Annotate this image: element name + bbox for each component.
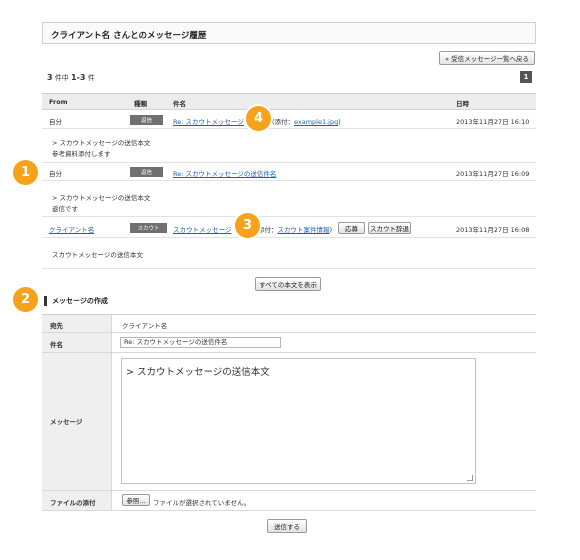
browse-file-label: 参照...: [126, 497, 146, 505]
row-from: 自分: [49, 170, 62, 178]
message-history-table: From 種類 件名 日時 自分 返信 Re: スカウトメッセージ (添付：ex…: [42, 93, 536, 269]
row-date: 2013年11月27日 16:08: [456, 226, 530, 234]
to-label: 宛先: [50, 322, 63, 330]
result-total-suffix: 件中: [52, 74, 72, 82]
message-body: スカウトメッセージの送信本文: [42, 239, 536, 269]
decline-scout-label: スカウト辞退: [370, 225, 409, 233]
header-type: 種類: [134, 100, 147, 108]
submit-button[interactable]: 送信する: [267, 519, 307, 533]
message-label: メッセージ: [50, 418, 83, 426]
attach-prefix: (添付：: [271, 118, 294, 126]
row-date: 2013年11月27日 16:10: [456, 118, 530, 126]
message-textarea[interactable]: > スカウトメッセージの送信本文: [121, 358, 476, 484]
row-subject-link[interactable]: Re: スカウトメッセージ: [173, 118, 244, 126]
result-range: 1-3: [71, 73, 86, 82]
to-value: クライアント名: [122, 322, 168, 330]
message-body: > スカウトメッセージの送信本文 返信です: [42, 182, 536, 217]
back-to-inbox-label: « 受信メッセージ一覧へ戻る: [445, 55, 529, 63]
result-range-suffix: 件: [85, 74, 95, 82]
type-tag: 返信: [130, 167, 163, 177]
callout-badge-3: 3: [235, 213, 260, 238]
form-row-attach: ファイルの添付 参照... ファイルが選択されていません。: [42, 491, 536, 511]
back-to-inbox-button[interactable]: « 受信メッセージ一覧へ戻る: [439, 51, 535, 65]
header-from: From: [49, 98, 68, 106]
to-label-cell: 宛先: [42, 315, 112, 332]
result-count: 3 件中 1-3 件: [47, 73, 95, 83]
type-tag: 返信: [130, 115, 163, 125]
row-from: 自分: [49, 118, 62, 126]
no-file-text: ファイルが選択されていません。: [153, 499, 251, 507]
message-body-text: 返信です: [52, 205, 78, 213]
callout-badge-1: 1: [13, 160, 38, 185]
header-subject: 件名: [173, 100, 186, 108]
show-all-bodies-label: すべての本文を表示: [259, 281, 317, 289]
table-row: 自分 返信 Re: スカウトメッセージ (添付：example1.jpg) 20…: [42, 112, 536, 129]
attachment-link[interactable]: スカウト案件情報: [278, 226, 330, 234]
attach-label: ファイルの添付: [50, 499, 96, 507]
header-date: 日時: [456, 100, 469, 108]
form-row-subject: 件名 Re: スカウトメッセージの送信件名: [42, 333, 536, 353]
compose-form: 宛先 クライアント名 件名 Re: スカウトメッセージの送信件名 メッセージ >…: [42, 314, 536, 511]
page-title: クライアント名 さんとのメッセージ履歴: [51, 31, 207, 41]
browse-file-button[interactable]: 参照...: [122, 494, 150, 506]
attach-suffix: ): [338, 118, 341, 126]
table-row: クライアント名 スカウト スカウトメッセージ (添付：スカウト案件情報) 応募 …: [42, 220, 536, 238]
decline-scout-button[interactable]: スカウト辞退: [368, 222, 411, 234]
callout-badge-4: 4: [246, 106, 271, 131]
message-body-text: 参考資料添付します: [52, 150, 111, 158]
type-tag: スカウト: [130, 223, 167, 233]
message-textarea-value: > スカウトメッセージの送信本文: [126, 367, 270, 378]
subject-input[interactable]: Re: スカウトメッセージの送信件名: [120, 337, 281, 348]
show-all-bodies-button[interactable]: すべての本文を表示: [255, 277, 321, 291]
row-subject-link[interactable]: Re: スカウトメッセージの送信件名: [173, 168, 276, 178]
form-row-message: メッセージ > スカウトメッセージの送信本文: [42, 353, 536, 491]
row-date: 2013年11月27日 16:09: [456, 170, 530, 178]
table-row: 自分 返信 Re: スカウトメッセージの送信件名 2013年11月27日 16:…: [42, 164, 536, 181]
compose-section-title: メッセージの作成: [44, 296, 108, 306]
apply-button-label: 応募: [345, 225, 358, 233]
message-label-cell: メッセージ: [42, 353, 112, 490]
message-body-text: スカウトメッセージの送信本文: [52, 251, 143, 259]
apply-button[interactable]: 応募: [338, 222, 365, 234]
subject-label-cell: 件名: [42, 333, 112, 352]
row-subject-link[interactable]: スカウトメッセージ: [173, 226, 231, 234]
attachment-link[interactable]: example1.jpg: [294, 118, 338, 126]
resize-grip-icon[interactable]: [467, 475, 473, 481]
page-number-button[interactable]: 1: [520, 71, 532, 83]
table-header: From 種類 件名 日時: [42, 94, 536, 110]
callout-badge-2: 2: [13, 287, 38, 312]
attach-suffix: ): [329, 226, 333, 234]
form-row-to: 宛先 クライアント名: [42, 315, 536, 333]
submit-button-label: 送信する: [274, 523, 300, 531]
message-body-quote: > スカウトメッセージの送信本文: [52, 139, 151, 147]
message-body: > スカウトメッセージの送信本文 参考資料添付します: [42, 130, 536, 163]
subject-label: 件名: [50, 341, 63, 349]
row-from-link[interactable]: クライアント名: [49, 224, 94, 234]
page-title-box: クライアント名 さんとのメッセージ履歴: [42, 22, 536, 44]
message-body-quote: > スカウトメッセージの送信本文: [52, 194, 151, 202]
attach-label-cell: ファイルの添付: [42, 491, 112, 510]
